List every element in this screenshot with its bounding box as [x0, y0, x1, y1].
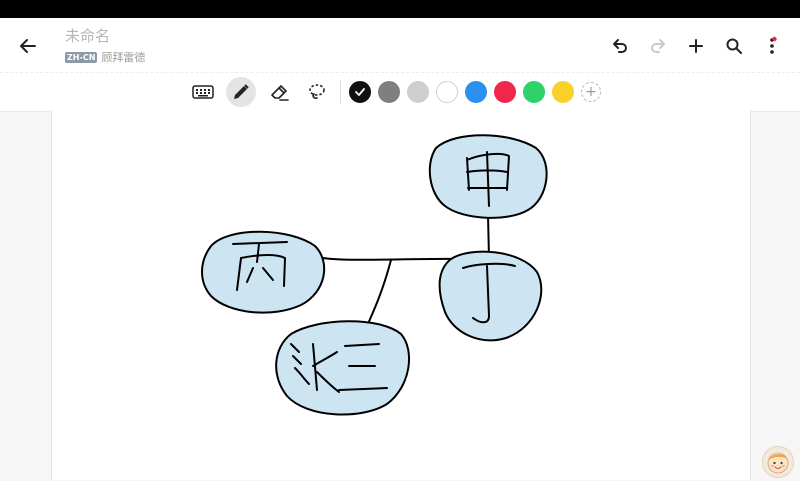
drawing-canvas[interactable] [51, 110, 751, 480]
keyboard-tool[interactable] [188, 77, 218, 107]
pen-tool[interactable] [226, 77, 256, 107]
redo-icon [651, 39, 665, 53]
status-bar [0, 0, 800, 18]
add-color-button[interactable]: + [581, 82, 601, 102]
check-icon [355, 88, 365, 96]
color-swatch-4[interactable] [465, 81, 487, 103]
back-button[interactable] [14, 32, 42, 60]
search-icon [726, 38, 742, 54]
pen-icon [234, 84, 249, 99]
color-swatch-2[interactable] [407, 81, 429, 103]
tool-group: + [188, 77, 608, 107]
color-swatch-0[interactable] [349, 81, 371, 103]
color-swatch-1[interactable] [378, 81, 400, 103]
keyboard-icon [192, 85, 214, 99]
eraser-tool[interactable] [264, 77, 294, 107]
redo-button[interactable] [644, 32, 672, 60]
more-icon [770, 36, 777, 54]
toolbar-divider [340, 80, 341, 104]
avatar-face-icon [767, 452, 789, 474]
back-arrow-icon [20, 39, 36, 53]
drawing-toolbar: + [0, 72, 800, 112]
search-button[interactable] [720, 32, 748, 60]
lasso-icon [309, 84, 325, 99]
eraser-icon [271, 84, 289, 101]
more-button[interactable] [758, 32, 786, 60]
top-actions [606, 32, 786, 60]
add-button[interactable] [682, 32, 710, 60]
app-bar: 未命名 ZH-CN 顾拜雷德 [0, 18, 800, 72]
language-badge: ZH-CN [65, 51, 98, 63]
undo-icon [613, 39, 627, 53]
document-title[interactable]: 未命名 [65, 25, 110, 46]
document-subtitle: 顾拜雷德 [101, 51, 146, 64]
color-swatch-3[interactable] [436, 81, 458, 103]
connector-bing-ding [322, 257, 464, 261]
lasso-tool[interactable] [302, 77, 332, 107]
color-swatch-5[interactable] [494, 81, 516, 103]
color-palette [349, 81, 581, 103]
connector-branch-zhangsan [366, 259, 392, 327]
color-swatch-7[interactable] [552, 81, 574, 103]
undo-button[interactable] [606, 32, 634, 60]
diagram [201, 134, 548, 416]
add-icon [689, 39, 703, 53]
language-line: ZH-CN 顾拜雷德 [65, 49, 145, 65]
color-swatch-6[interactable] [523, 81, 545, 103]
avatar[interactable] [762, 446, 794, 478]
